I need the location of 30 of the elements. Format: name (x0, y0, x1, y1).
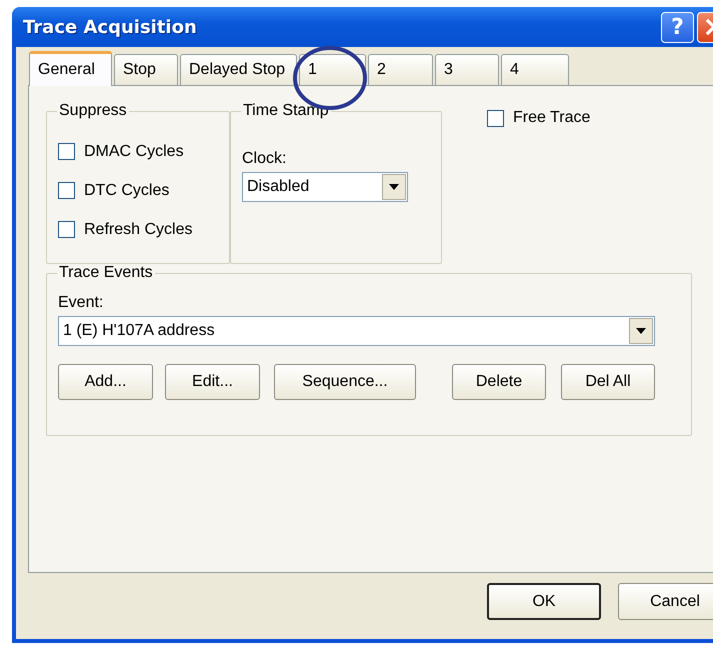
checkbox-label: Refresh Cycles (84, 220, 192, 238)
checkbox-label: DTC Cycles (84, 182, 170, 200)
tab[interactable]: Stop (114, 54, 178, 85)
group-title: Trace Events (58, 264, 154, 282)
tab[interactable]: 2 (368, 54, 433, 85)
dialog-button[interactable]: OK (487, 583, 601, 620)
clock-dropdown[interactable]: Disabled (242, 172, 408, 202)
checkbox-label: Free Trace (513, 109, 590, 127)
checkbox[interactable] (58, 143, 75, 160)
window-title: Trace Acquisition (23, 16, 197, 38)
push-button[interactable]: Add... (58, 364, 153, 400)
checkbox[interactable] (487, 110, 504, 126)
tab[interactable]: Delayed Stop (180, 54, 297, 85)
checkbox-label: DMAC Cycles (84, 142, 184, 160)
push-button[interactable]: Delete (452, 364, 546, 400)
group-title: Suppress (58, 102, 128, 120)
dialog-button[interactable]: Cancel (618, 583, 713, 620)
event-label: Event: (58, 294, 104, 312)
clock-label: Clock: (242, 150, 288, 168)
push-button[interactable]: Del All (561, 364, 655, 400)
event-dropdown[interactable]: 1 (E) H'107A address (58, 316, 655, 346)
tab[interactable]: 4 (501, 54, 569, 85)
push-button[interactable]: Edit... (165, 364, 260, 400)
push-button[interactable]: Sequence... (274, 364, 416, 400)
tab[interactable]: 1 (299, 54, 366, 85)
tab[interactable]: General (29, 51, 112, 86)
checkbox[interactable] (58, 221, 75, 238)
checkbox[interactable] (58, 182, 75, 199)
help-button[interactable]: ? (661, 12, 694, 42)
tab[interactable]: 3 (435, 54, 499, 85)
